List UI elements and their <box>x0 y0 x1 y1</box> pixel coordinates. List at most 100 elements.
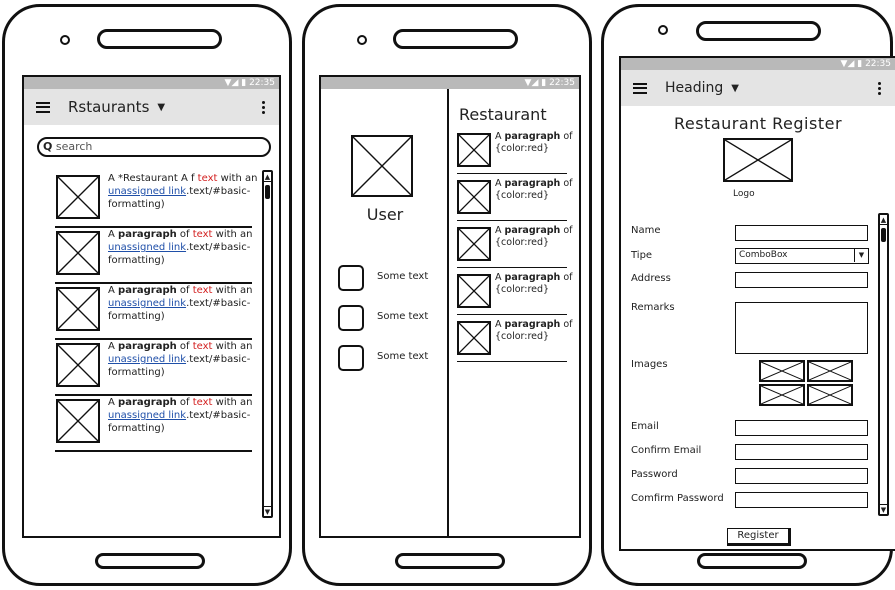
more-options-icon[interactable] <box>262 100 265 114</box>
form-scrollbar[interactable]: ▲ ▼ <box>878 213 889 516</box>
menu-icon[interactable] <box>36 101 50 113</box>
restaurants-screen: ▼◢ ▮ 22:35 Rstaurants ▼ Q search A *Rest… <box>22 75 281 538</box>
unassigned-link[interactable]: unassigned link <box>108 242 186 253</box>
chevron-down-icon[interactable]: ▼ <box>731 83 739 94</box>
status-time: 22:35 <box>249 78 275 88</box>
list-item-text: A *Restaurant A f text with an unassigne… <box>108 173 258 210</box>
list-item-text: A paragraph of {color:red} <box>495 178 573 201</box>
speaker-icon <box>696 21 821 41</box>
list-item-image <box>56 287 100 331</box>
scroll-up-icon[interactable]: ▲ <box>264 172 271 182</box>
phone-frame-drawer: ▼◢ ▮ 22:35 User Some text Some text Some t… <box>302 4 592 586</box>
search-input[interactable]: Q search <box>37 137 271 157</box>
list-item-text: A paragraph of text with an unassigned l… <box>108 229 253 266</box>
signal-icon: ▼◢ ▮ <box>224 78 250 88</box>
image-thumbnail[interactable] <box>759 360 805 382</box>
list-divider <box>55 450 252 452</box>
name-field[interactable] <box>735 225 868 241</box>
unassigned-link[interactable]: unassigned link <box>108 298 186 309</box>
list-item-text: A paragraph of {color:red} <box>495 131 573 154</box>
scroll-thumb[interactable] <box>881 228 886 242</box>
list-divider <box>457 314 567 315</box>
menu-item-label: Some text <box>377 351 429 362</box>
signal-icon: ▼◢ ▮ <box>524 78 550 88</box>
list-item-image <box>457 321 491 355</box>
search-icon: Q <box>43 140 53 153</box>
unassigned-link[interactable]: unassigned link <box>108 354 186 365</box>
menu-item-label: Some text <box>377 271 429 282</box>
list-item-image <box>457 274 491 308</box>
remarks-textarea[interactable] <box>735 302 868 354</box>
email-label: Email <box>631 421 659 432</box>
list-item-text: A paragraph of text with an unassigned l… <box>108 397 253 434</box>
image-thumbnail[interactable] <box>807 360 853 382</box>
image-thumbnail[interactable] <box>807 384 853 406</box>
address-field[interactable] <box>735 272 868 288</box>
home-button[interactable] <box>697 553 807 569</box>
email-field[interactable] <box>735 420 868 436</box>
image-thumbnail[interactable] <box>759 384 805 406</box>
password-label: Password <box>631 469 678 480</box>
status-bar: ▼◢ ▮ 22:35 <box>24 77 279 89</box>
list-item-image <box>457 133 491 167</box>
images-grid[interactable] <box>759 360 853 406</box>
app-bar: Rstaurants ▼ <box>24 89 279 125</box>
images-label: Images <box>631 359 668 370</box>
camera-icon <box>60 35 70 45</box>
combo-value: ComboBox <box>739 250 788 260</box>
scroll-thumb[interactable] <box>265 185 270 199</box>
status-bar: ▼◢ ▮ 22:35 <box>321 77 579 89</box>
user-label: User <box>366 205 404 224</box>
address-label: Address <box>631 273 671 284</box>
list-divider <box>457 173 567 174</box>
list-divider <box>457 267 567 268</box>
restaurant-heading: Restaurant <box>459 105 547 124</box>
scroll-down-icon[interactable]: ▼ <box>880 504 887 514</box>
menu-item-icon <box>338 265 364 291</box>
app-bar: Heading ▼ <box>621 70 895 106</box>
list-item-image <box>56 175 100 219</box>
speaker-icon <box>97 29 222 49</box>
app-title[interactable]: Rstaurants <box>68 98 149 116</box>
confirm-email-field[interactable] <box>735 444 868 460</box>
signal-icon: ▼◢ ▮ <box>840 59 866 69</box>
home-button[interactable] <box>95 553 205 569</box>
unassigned-link[interactable]: unassigned link <box>108 186 186 197</box>
menu-icon[interactable] <box>633 82 647 94</box>
list-scrollbar[interactable]: ▲ ▼ <box>262 170 273 518</box>
search-placeholder: search <box>55 140 93 153</box>
logo-label: Logo <box>733 189 755 199</box>
menu-item-icon <box>338 345 364 371</box>
speaker-icon <box>393 29 518 49</box>
confirm-password-label: Comfirm Password <box>631 493 724 504</box>
remarks-label: Remarks <box>631 302 675 313</box>
scroll-up-icon[interactable]: ▲ <box>880 215 887 225</box>
tipe-combobox[interactable]: ComboBox ▼ <box>735 248 869 264</box>
scroll-down-icon[interactable]: ▼ <box>264 506 271 516</box>
logo-image[interactable] <box>723 138 793 182</box>
menu-item-icon <box>338 305 364 331</box>
drawer-screen: ▼◢ ▮ 22:35 User Some text Some text Some t… <box>319 75 581 538</box>
menu-item-label: Some text <box>377 311 429 322</box>
chevron-down-icon[interactable]: ▼ <box>854 249 868 262</box>
list-item-text: A paragraph of {color:red} <box>495 272 573 295</box>
confirm-password-field[interactable] <box>735 492 868 508</box>
register-screen: ▼◢ ▮ 22:35 Heading ▼ Restaurant Register… <box>619 56 895 551</box>
camera-icon <box>658 25 668 35</box>
phone-frame-restaurants: ▼◢ ▮ 22:35 Rstaurants ▼ Q search A *Rest… <box>2 4 292 586</box>
tipe-label: Tipe <box>631 250 653 261</box>
status-time: 22:35 <box>865 59 891 69</box>
register-button[interactable]: Register <box>727 528 791 546</box>
app-title[interactable]: Heading <box>665 80 723 96</box>
list-item-text: A paragraph of text with an unassigned l… <box>108 341 253 378</box>
password-field[interactable] <box>735 468 868 484</box>
more-options-icon[interactable] <box>878 81 881 95</box>
name-label: Name <box>631 225 661 236</box>
unassigned-link[interactable]: unassigned link <box>108 410 186 421</box>
phone-frame-register: ▼◢ ▮ 22:35 Heading ▼ Restaurant Register… <box>601 4 895 586</box>
chevron-down-icon[interactable]: ▼ <box>157 102 165 113</box>
camera-icon <box>357 35 367 45</box>
nav-drawer: User Some text Some text Some text <box>321 89 449 536</box>
home-button[interactable] <box>395 553 505 569</box>
list-item-image <box>457 180 491 214</box>
